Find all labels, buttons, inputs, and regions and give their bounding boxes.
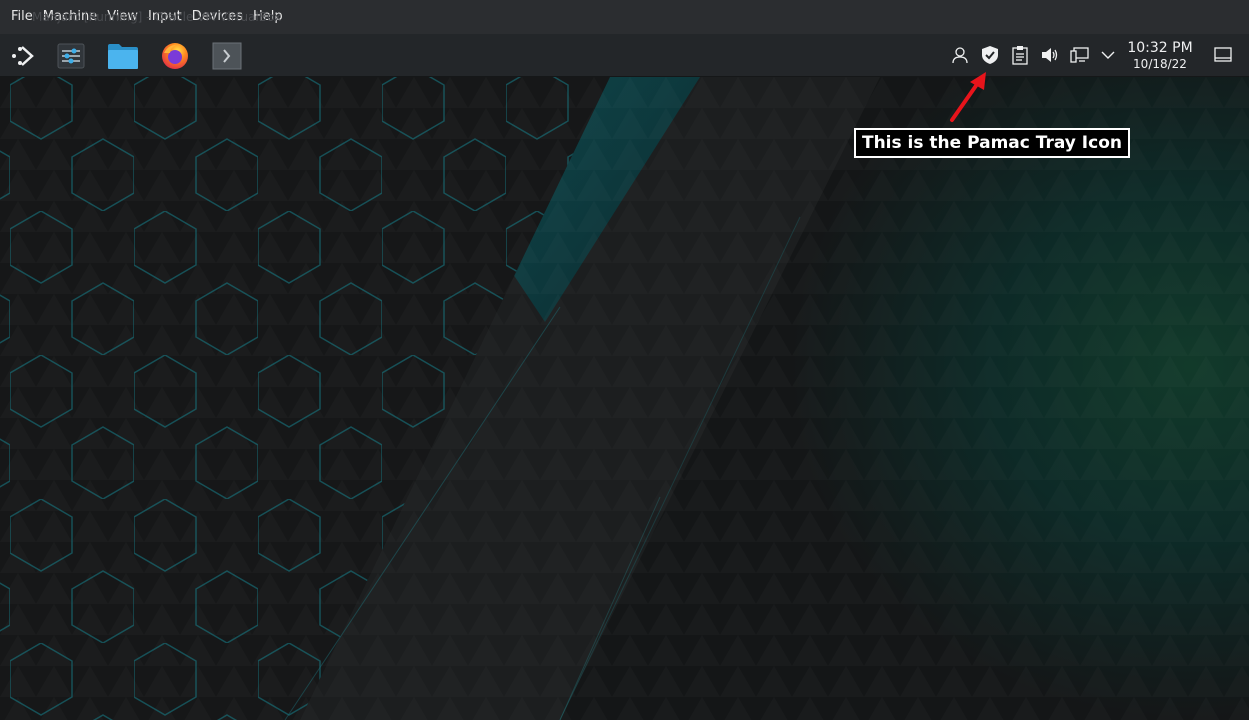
clock-date: 10/18/22 [1133, 57, 1187, 71]
menu-view[interactable]: View [102, 0, 143, 34]
digital-clock[interactable]: 10:32 PM 10/18/22 [1120, 39, 1200, 71]
system-settings-icon[interactable] [55, 34, 87, 77]
annotation-arrow [950, 72, 986, 122]
vm-menubar: Manjaro [Running] - Oracle VM VirtualBox… [0, 0, 1249, 34]
clock-time: 10:32 PM [1127, 40, 1193, 56]
menu-devices[interactable]: Devices [187, 0, 248, 34]
vm-screen: Manjaro [Running] - Oracle VM VirtualBox… [0, 0, 1249, 720]
menu-machine[interactable]: Machine [38, 0, 102, 34]
menu-input[interactable]: Input [143, 0, 187, 34]
show-desktop-icon[interactable] [1212, 44, 1234, 66]
network-icon[interactable] [1069, 44, 1091, 66]
plasma-panel: 10:32 PM 10/18/22 [0, 34, 1249, 77]
menu-file[interactable]: File [6, 0, 38, 34]
clipboard-icon[interactable] [1009, 44, 1031, 66]
menu-help[interactable]: Help [248, 0, 288, 34]
desktop-wallpaper [0, 77, 1249, 720]
firefox-icon[interactable] [158, 34, 192, 77]
pamac-shield-icon[interactable] [979, 44, 1001, 66]
wallpaper-graphic [0, 77, 1249, 720]
user-icon[interactable] [949, 44, 971, 66]
annotation-label: This is the Pamac Tray Icon [854, 128, 1130, 158]
file-manager-folder-icon[interactable] [106, 34, 140, 77]
terminal-icon[interactable] [211, 34, 243, 77]
chevron-down-icon[interactable] [1097, 44, 1119, 66]
volume-icon[interactable] [1039, 44, 1061, 66]
application-launcher-icon[interactable] [6, 34, 40, 77]
